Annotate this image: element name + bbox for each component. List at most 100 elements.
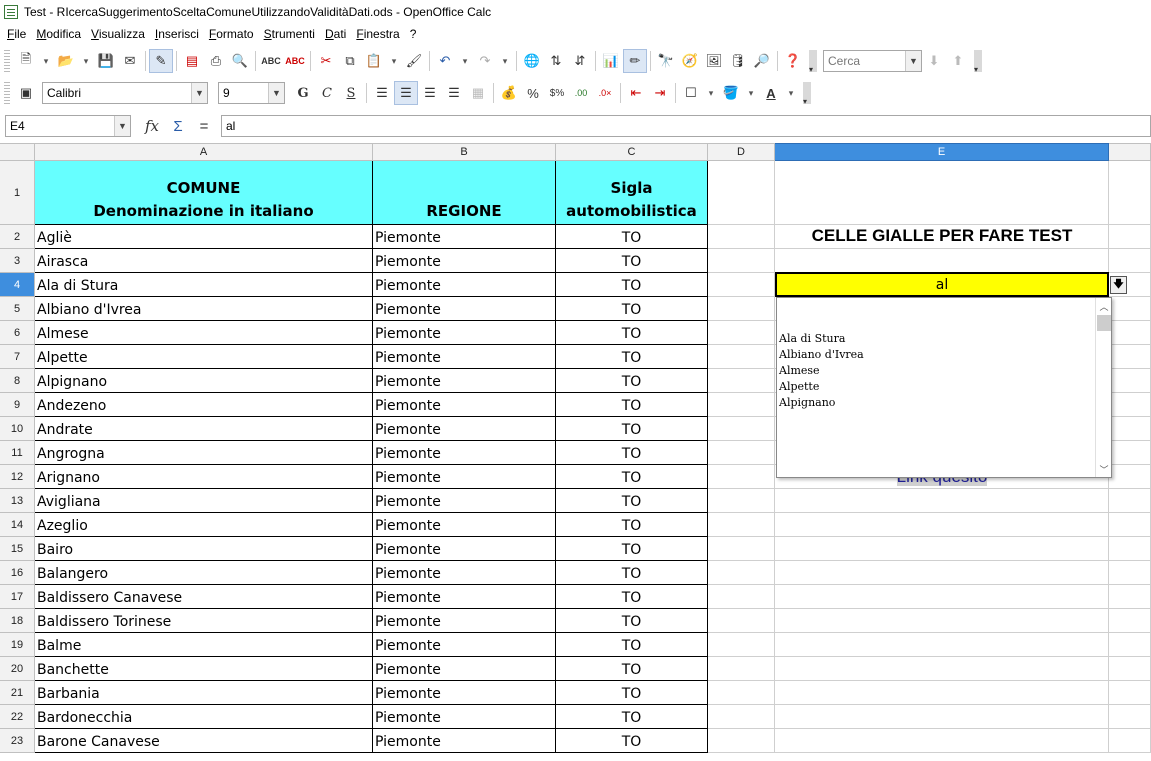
scrollbar-thumb[interactable] [1097,315,1111,331]
row-header[interactable]: 13 [0,489,35,513]
empty-cell[interactable] [1109,249,1151,273]
name-box-value[interactable]: E4 [6,119,114,133]
paste-dropdown-icon[interactable]: ▾ [386,49,402,73]
decrease-indent-icon[interactable]: ⇤ [624,81,648,105]
formula-input[interactable]: al [221,115,1151,137]
empty-cell[interactable] [1109,321,1151,345]
header-cell-sigla[interactable]: Sigla automobilistica [556,161,708,225]
empty-cell[interactable] [708,297,775,321]
dropdown-scrollbar[interactable]: ︿ ﹀ [1095,298,1111,477]
export-pdf-icon[interactable]: ▤ [180,49,204,73]
cell-sigla[interactable]: TO [556,225,708,249]
cell-regione[interactable]: Piemonte [373,633,556,657]
row-header[interactable]: 6 [0,321,35,345]
empty-cell[interactable] [708,681,775,705]
cell-sigla[interactable]: TO [556,273,708,297]
cell-regione[interactable]: Piemonte [373,345,556,369]
empty-cell[interactable] [708,273,775,297]
empty-cell[interactable] [1109,297,1151,321]
empty-cell[interactable] [775,489,1109,513]
search-combo[interactable]: Cerca ▼ [823,50,922,72]
cell-regione[interactable]: Piemonte [373,393,556,417]
empty-cell[interactable] [1109,681,1151,705]
empty-cell[interactable] [775,537,1109,561]
empty-cell[interactable] [708,561,775,585]
font-name-value[interactable]: Calibri [43,86,191,100]
percent-format-icon[interactable]: % [521,81,545,105]
function-wizard-icon[interactable]: fx [139,115,165,137]
print-icon[interactable]: ⎙ [204,49,228,73]
row-header[interactable]: 5 [0,297,35,321]
background-dropdown-icon[interactable]: ▾ [743,81,759,105]
justify-icon[interactable]: ☰ [442,81,466,105]
empty-cell[interactable] [775,249,1109,273]
menu-file[interactable]: File [2,27,31,41]
empty-cell[interactable] [775,513,1109,537]
cell-regione[interactable]: Piemonte [373,441,556,465]
row-header[interactable]: 23 [0,729,35,753]
new-dropdown-icon[interactable]: ▾ [38,49,54,73]
font-color-dropdown-icon[interactable]: ▾ [783,81,799,105]
redo-icon[interactable]: ↷ [473,49,497,73]
cell-sigla[interactable]: TO [556,297,708,321]
find-previous-icon[interactable]: ⬆ [946,49,970,73]
name-box[interactable]: E4 ▼ [5,115,131,137]
empty-cell[interactable] [775,705,1109,729]
navigator-icon[interactable]: 🧭 [678,49,702,73]
cell-sigla[interactable]: TO [556,417,708,441]
scroll-up-icon[interactable]: ︿ [1096,298,1112,314]
row-header[interactable]: 17 [0,585,35,609]
cell-regione[interactable]: Piemonte [373,705,556,729]
cut-icon[interactable]: ✂ [314,49,338,73]
font-color-icon[interactable]: A [759,81,783,105]
empty-cell[interactable] [708,345,775,369]
hyperlink-icon[interactable]: 🌐 [520,49,544,73]
undo-icon[interactable]: ↶ [433,49,457,73]
align-left-icon[interactable]: ☰ [370,81,394,105]
toolbar-overflow-icon[interactable] [809,50,817,74]
menu-finestra[interactable]: Finestra [351,27,404,41]
styles-icon[interactable]: ▣ [14,81,38,105]
spellcheck-icon[interactable]: ABC [259,49,283,73]
cell-regione[interactable]: Piemonte [373,537,556,561]
empty-cell[interactable] [708,249,775,273]
cell-comune[interactable]: Almese [35,321,373,345]
cell-comune[interactable]: Avigliana [35,489,373,513]
cell-comune[interactable]: Albiano d'Ivrea [35,297,373,321]
cell-comune[interactable]: Andrate [35,417,373,441]
open-folder-icon[interactable]: 📂 [54,49,78,73]
show-draw-functions-icon[interactable]: ✏ [623,49,647,73]
row-header[interactable]: 18 [0,609,35,633]
test-input-cell[interactable]: al [775,272,1109,297]
empty-cell[interactable] [708,161,775,225]
cell-regione[interactable]: Piemonte [373,681,556,705]
sort-ascending-icon[interactable]: ⇅ [544,49,568,73]
cell-regione[interactable]: Piemonte [373,513,556,537]
cell-comune[interactable]: Bardonecchia [35,705,373,729]
cell-regione[interactable]: Piemonte [373,465,556,489]
cell-sigla[interactable]: TO [556,609,708,633]
cell-sigla[interactable]: TO [556,561,708,585]
empty-cell[interactable] [708,225,775,249]
row-header[interactable]: 16 [0,561,35,585]
empty-cell[interactable] [708,705,775,729]
borders-dropdown-icon[interactable]: ▾ [703,81,719,105]
standard-format-icon[interactable]: $% [545,81,569,105]
row-header[interactable]: 8 [0,369,35,393]
menu-help[interactable]: ? [405,27,422,41]
empty-cell[interactable] [775,609,1109,633]
copy-icon[interactable]: ⧉ [338,49,362,73]
autospellcheck-icon[interactable]: ABC [283,49,307,73]
suggestion-dropdown[interactable]: Ala di Stura Albiano d'Ivrea Almese Alpe… [776,297,1112,478]
row-header[interactable]: 10 [0,417,35,441]
cell-comune[interactable]: Azeglio [35,513,373,537]
select-all-corner[interactable] [0,143,35,161]
empty-cell[interactable] [708,633,775,657]
header-cell-regione[interactable]: REGIONE [373,161,556,225]
header-cell-comune[interactable]: COMUNE Denominazione in italiano [35,161,373,225]
empty-cell[interactable] [708,729,775,753]
menu-visualizza[interactable]: Visualizza [86,27,150,41]
new-document-icon[interactable]: 🗎 [14,49,38,73]
empty-cell[interactable] [708,321,775,345]
empty-cell[interactable] [708,369,775,393]
